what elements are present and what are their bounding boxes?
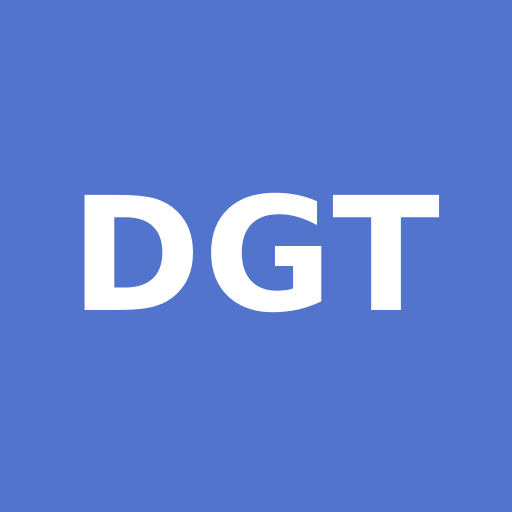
avatar-initials: DGT xyxy=(70,164,442,348)
avatar: DGT xyxy=(0,0,512,512)
